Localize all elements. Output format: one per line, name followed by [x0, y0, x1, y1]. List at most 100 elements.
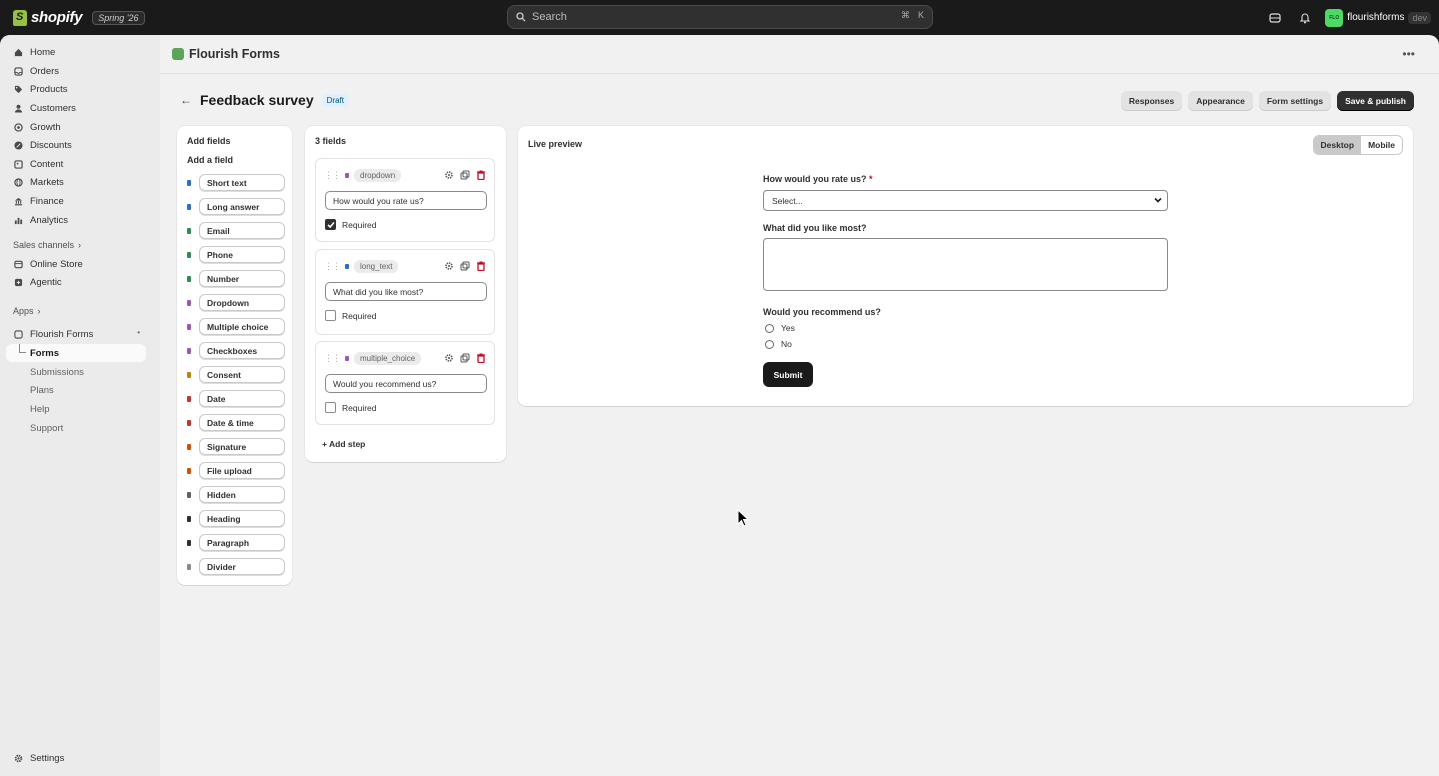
preview-radio-yes[interactable]: Yes	[765, 323, 795, 333]
field-type-item[interactable]: Dropdown	[187, 294, 285, 311]
field-type-item[interactable]: Checkboxes	[187, 342, 285, 359]
sidebar-item-help[interactable]: Help	[6, 400, 146, 418]
appearance-button[interactable]: Appearance	[1188, 91, 1253, 111]
field-type-button[interactable]: Hidden	[199, 486, 285, 503]
sidebar-item-flourish-forms[interactable]: Flourish Forms •	[6, 325, 146, 343]
sidebar-item-submissions[interactable]: Submissions	[6, 363, 146, 381]
drag-handle-icon[interactable]: ⋮⋮	[324, 170, 341, 181]
sidebar-item-plans[interactable]: Plans	[6, 381, 146, 399]
gear-icon[interactable]	[444, 259, 454, 274]
field-type-button[interactable]: File upload	[199, 462, 285, 479]
more-actions-icon[interactable]: •••	[1402, 47, 1415, 61]
field-type-button[interactable]: Short text	[199, 174, 285, 191]
sidebar-item-markets[interactable]: Markets	[6, 173, 146, 191]
field-type-pill: multiple_choice	[354, 352, 422, 365]
sidebar-item-forms[interactable]: Forms	[6, 344, 146, 362]
field-type-item[interactable]: Divider	[187, 558, 285, 575]
field-type-button[interactable]: Date	[199, 390, 285, 407]
required-toggle[interactable]: Required	[325, 402, 377, 413]
required-toggle[interactable]: Required	[325, 310, 377, 321]
gear-icon[interactable]	[444, 168, 454, 183]
save-publish-button[interactable]: Save & publish	[1337, 91, 1414, 111]
field-type-button[interactable]: Number	[199, 270, 285, 287]
sidebar-item-finance[interactable]: Finance	[6, 192, 146, 210]
store-status-icon[interactable]	[1265, 8, 1285, 28]
field-card[interactable]: ⋮⋮ long_text What did you like most? Requir…	[315, 249, 495, 335]
preview-q2-textarea[interactable]	[763, 238, 1168, 291]
field-label-input[interactable]: How would you rate us?	[325, 191, 487, 210]
field-type-button[interactable]: Dropdown	[199, 294, 285, 311]
field-type-item[interactable]: Hidden	[187, 486, 285, 503]
sidebar-item-products[interactable]: Products	[6, 80, 146, 98]
pin-dot-icon[interactable]: •	[137, 328, 140, 337]
field-label-input[interactable]: What did you like most?	[325, 282, 487, 301]
field-type-button[interactable]: Email	[199, 222, 285, 239]
add-step-button[interactable]: + Add step	[322, 439, 365, 449]
field-type-item[interactable]: Date & time	[187, 414, 285, 431]
field-type-item[interactable]: Signature	[187, 438, 285, 455]
sales-channels-header[interactable]: Sales channels ›	[13, 240, 81, 250]
sidebar-item-online-store[interactable]: Online Store	[6, 255, 146, 273]
sidebar-item-orders[interactable]: Orders	[6, 62, 146, 80]
field-type-item[interactable]: Short text	[187, 174, 285, 191]
shopify-logo[interactable]: shopify Spring '26	[13, 9, 145, 26]
required-checkbox[interactable]	[325, 310, 336, 321]
field-type-item[interactable]: Multiple choice	[187, 318, 285, 335]
field-type-item[interactable]: Number	[187, 270, 285, 287]
trash-icon[interactable]	[476, 259, 486, 274]
field-type-button[interactable]: Paragraph	[199, 534, 285, 551]
drag-handle-icon[interactable]: ⋮⋮	[324, 353, 341, 364]
preview-submit-button[interactable]: Submit	[763, 362, 813, 387]
field-type-button[interactable]: Long answer	[199, 198, 285, 215]
sidebar-item-analytics[interactable]: Analytics	[6, 211, 146, 229]
gear-icon[interactable]	[444, 351, 454, 366]
required-toggle[interactable]: Required	[325, 219, 377, 230]
field-type-button[interactable]: Signature	[199, 438, 285, 455]
desktop-toggle[interactable]: Desktop	[1313, 136, 1362, 154]
duplicate-icon[interactable]	[460, 168, 470, 183]
trash-icon[interactable]	[476, 168, 486, 183]
field-label-input[interactable]: Would you recommend us?	[325, 374, 487, 393]
field-type-item[interactable]: Paragraph	[187, 534, 285, 551]
field-type-button[interactable]: Consent	[199, 366, 285, 383]
field-type-button[interactable]: Phone	[199, 246, 285, 263]
required-checkbox[interactable]	[325, 402, 336, 413]
required-checkbox[interactable]	[325, 219, 336, 230]
field-type-item[interactable]: File upload	[187, 462, 285, 479]
sidebar-item-settings[interactable]: Settings	[6, 749, 146, 767]
duplicate-icon[interactable]	[460, 259, 470, 274]
responses-button[interactable]: Responses	[1120, 91, 1183, 111]
search-bar[interactable]: Search ⌘ K	[507, 5, 933, 29]
field-card[interactable]: ⋮⋮ multiple_choice Would you recommend us?…	[315, 341, 495, 425]
sidebar-item-support[interactable]: Support	[6, 419, 146, 437]
field-type-button[interactable]: Multiple choice	[199, 318, 285, 335]
duplicate-icon[interactable]	[460, 351, 470, 366]
field-type-item[interactable]: Heading	[187, 510, 285, 527]
field-type-button[interactable]: Checkboxes	[199, 342, 285, 359]
field-type-item[interactable]: Date	[187, 390, 285, 407]
back-arrow-icon[interactable]: ←	[180, 93, 192, 107]
field-type-button[interactable]: Date & time	[199, 414, 285, 431]
drag-handle-icon[interactable]: ⋮⋮	[324, 261, 341, 272]
field-type-item[interactable]: Email	[187, 222, 285, 239]
sidebar-item-discounts[interactable]: Discounts	[6, 136, 146, 154]
trash-icon[interactable]	[476, 351, 486, 366]
sidebar-item-agentic[interactable]: Agentic	[6, 273, 146, 291]
form-settings-button[interactable]: Form settings	[1258, 91, 1332, 111]
field-type-button[interactable]: Heading	[199, 510, 285, 527]
field-card[interactable]: ⋮⋮ dropdown How would you rate us? Required	[315, 158, 495, 242]
preview-radio-no[interactable]: No	[765, 339, 792, 349]
sidebar-item-growth[interactable]: Growth	[6, 118, 146, 136]
bell-icon[interactable]	[1295, 8, 1315, 28]
field-type-button[interactable]: Divider	[199, 558, 285, 575]
preview-q1-select[interactable]: Select...	[763, 190, 1168, 211]
field-type-item[interactable]: Long answer	[187, 198, 285, 215]
field-type-item[interactable]: Consent	[187, 366, 285, 383]
sidebar-item-customers[interactable]: Customers	[6, 99, 146, 117]
store-switcher[interactable]: FLO flourishforms dev	[1325, 8, 1431, 27]
field-type-item[interactable]: Phone	[187, 246, 285, 263]
sidebar-item-home[interactable]: Home	[6, 43, 146, 61]
mobile-toggle[interactable]: Mobile	[1361, 136, 1402, 154]
sidebar-item-content[interactable]: Content	[6, 155, 146, 173]
apps-header[interactable]: Apps ›	[13, 306, 41, 316]
